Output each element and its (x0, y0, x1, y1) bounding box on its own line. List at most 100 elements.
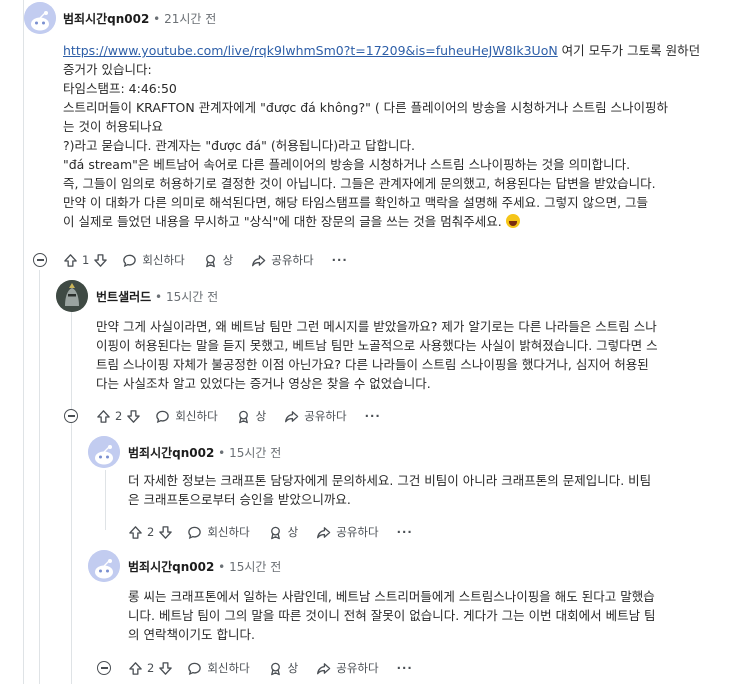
vote-count: 2 (147, 525, 155, 539)
comment-actions: 1 회신하다 상 공유하다 ··· (63, 250, 366, 270)
share-label: 공유하다 (336, 661, 379, 675)
reply-button[interactable]: 회신하다 (187, 524, 250, 540)
body-line: 트림 스나이핑 자체가 불공정한 이점 아닌가요? 다른 나라들이 스트림 스나… (96, 357, 649, 372)
timestamp[interactable]: 21시간 전 (164, 12, 216, 26)
timestamp[interactable]: 15시간 전 (166, 290, 218, 304)
body-line: 롱 씨는 크래프톤에서 일하는 사람인데, 베트남 스트리머들에게 스트림스나이… (128, 589, 655, 604)
vote-count: 2 (147, 661, 155, 675)
reddit-snoo-icon (88, 436, 120, 468)
body-line: 이 실제로 들었던 내용을 무시하고 "상식"에 대한 장문의 글을 쓰는 것을… (63, 214, 506, 229)
award-label: 상 (287, 525, 299, 539)
username[interactable]: 범죄시간qn002 (128, 560, 214, 574)
body-line: "đá stream"은 베트남어 속어로 다른 플레이어의 방송을 시청하거나… (63, 157, 631, 172)
arrow-down-icon[interactable] (158, 525, 173, 540)
arrow-down-icon[interactable] (126, 409, 141, 424)
share-label: 공유하다 (336, 525, 379, 539)
reply-label: 회신하다 (142, 253, 185, 267)
comment-body: 더 자세한 정보는 크래프톤 담당자에게 문의하세요. 그건 비팀이 아니라 크… (128, 471, 733, 509)
share-button[interactable]: 공유하다 (316, 524, 379, 540)
youtube-link[interactable]: https://www.youtube.com/live/rqk9lwhmSm0… (63, 43, 558, 58)
comment: 범죄시간qn002 • 21시간 전 https://www.youtube.c… (0, 0, 740, 270)
body-line: 증거가 있습니다: (63, 62, 152, 77)
more-options-button[interactable]: ··· (332, 253, 348, 267)
share-arrow-icon (251, 253, 266, 268)
vote-count: 1 (82, 253, 90, 267)
more-options-button[interactable]: ··· (397, 661, 413, 675)
vote-control: 2 (128, 525, 173, 540)
arrow-up-icon[interactable] (96, 409, 111, 424)
timestamp[interactable]: 15시간 전 (229, 560, 281, 574)
share-button[interactable]: 공유하다 (251, 252, 314, 268)
body-line: 즉, 그들이 임의로 허용하기로 결정한 것이 아닙니다. 그들은 관계자에게 … (63, 176, 656, 191)
body-line: 만약 그게 사실이라면, 왜 베트남 팀만 그런 메시지를 받았을까요? 제가 … (96, 319, 657, 334)
share-button[interactable]: 공유하다 (284, 408, 347, 424)
award-icon (203, 253, 218, 268)
body-line: 이핑이 허용된다는 말을 듣지 못했고, 베트남 팀만 노골적으로 사용했다는 … (96, 338, 658, 353)
comment-body: https://www.youtube.com/live/rqk9lwhmSm0… (63, 41, 728, 231)
knight-avatar-icon (56, 280, 88, 312)
more-options-button[interactable]: ··· (397, 525, 413, 539)
more-options-button[interactable]: ··· (365, 409, 381, 423)
comment-meta: 범죄시간qn002 • 15시간 전 (128, 446, 282, 460)
timestamp[interactable]: 15시간 전 (229, 446, 281, 460)
body-line: 타임스탬프: 4:46:50 (63, 81, 177, 96)
comment: 범죄시간qn002 • 15시간 전 더 자세한 정보는 크래프톤 담당자에게 … (0, 434, 740, 544)
comment: 범죄시간qn002 • 15시간 전 롱 씨는 크래프톤에서 일하는 사람인데,… (0, 548, 740, 684)
award-button[interactable]: 상 (268, 524, 299, 540)
share-button[interactable]: 공유하다 (316, 660, 379, 676)
arrow-down-icon[interactable] (93, 253, 108, 268)
collapse-minus-icon[interactable] (64, 409, 78, 423)
body-line: 더 자세한 정보는 크래프톤 담당자에게 문의하세요. 그건 비팀이 아니라 크… (128, 473, 652, 488)
body-line: 은 크래프톤으로부터 승인을 받았으니까요. (128, 492, 351, 507)
award-button[interactable]: 상 (236, 408, 266, 424)
collapse-minus-icon[interactable] (97, 661, 111, 675)
share-label: 공유하다 (271, 253, 314, 267)
username[interactable]: 번트샐러드 (96, 290, 151, 304)
avatar[interactable] (56, 280, 88, 312)
vote-control: 1 (63, 253, 108, 268)
comment-actions: 2 회신하다 상 공유하다 ··· (128, 658, 431, 678)
reddit-snoo-icon (24, 2, 56, 34)
body-line: 만약 이 대화가 다른 의미로 해석된다면, 해당 타임스탬프를 확인하고 맥락… (63, 195, 649, 210)
speech-bubble-icon (122, 253, 137, 268)
avatar[interactable] (88, 550, 120, 582)
comment-body: 롱 씨는 크래프톤에서 일하는 사람인데, 베트남 스트리머들에게 스트림스나이… (128, 587, 733, 644)
vote-control: 2 (96, 409, 141, 424)
body-line: 다는 사실조차 알고 있었다는 증거나 영상은 찾을 수 없었습니다. (96, 376, 431, 391)
arrow-up-icon[interactable] (63, 253, 78, 268)
comment-body: 만약 그게 사실이라면, 왜 베트남 팀만 그런 메시지를 받았을까요? 제가 … (96, 317, 732, 393)
reply-button[interactable]: 회신하다 (122, 252, 185, 268)
username[interactable]: 범죄시간qn002 (128, 446, 214, 460)
reply-button[interactable]: 회신하다 (187, 660, 250, 676)
award-icon (236, 409, 251, 424)
vote-control: 2 (128, 661, 173, 676)
reddit-snoo-icon (88, 550, 120, 582)
arrow-up-icon[interactable] (128, 525, 143, 540)
award-label: 상 (287, 661, 299, 675)
comment: 번트샐러드 • 15시간 전 만약 그게 사실이라면, 왜 베트남 팀만 그런 … (0, 278, 740, 428)
body-line: ?)라고 묻습니다. 관계자는 "được đá" (허용됩니다)라고 답합니다… (63, 138, 416, 153)
arrow-up-icon[interactable] (128, 661, 143, 676)
share-arrow-icon (284, 409, 299, 424)
comment-actions: 2 회신하다 상 공유하다 ··· (96, 406, 399, 426)
vote-count: 2 (115, 409, 123, 423)
comment-meta: 번트샐러드 • 15시간 전 (96, 290, 219, 304)
avatar[interactable] (88, 436, 120, 468)
laughing-emoji-icon (505, 214, 520, 228)
comment-meta: 범죄시간qn002 • 15시간 전 (128, 560, 282, 574)
username[interactable]: 범죄시간qn002 (63, 12, 149, 26)
body-line: 는 것이 허용되나요 (63, 119, 163, 134)
share-arrow-icon (316, 661, 331, 676)
award-label: 상 (222, 253, 234, 267)
arrow-down-icon[interactable] (158, 661, 173, 676)
award-icon (268, 661, 283, 676)
avatar[interactable] (24, 2, 56, 34)
award-button[interactable]: 상 (268, 660, 299, 676)
share-arrow-icon (316, 525, 331, 540)
collapse-minus-icon[interactable] (33, 253, 47, 267)
reply-label: 회신하다 (207, 661, 250, 675)
share-label: 공유하다 (304, 409, 347, 423)
speech-bubble-icon (155, 409, 170, 424)
reply-button[interactable]: 회신하다 (155, 408, 218, 424)
award-button[interactable]: 상 (203, 252, 234, 268)
